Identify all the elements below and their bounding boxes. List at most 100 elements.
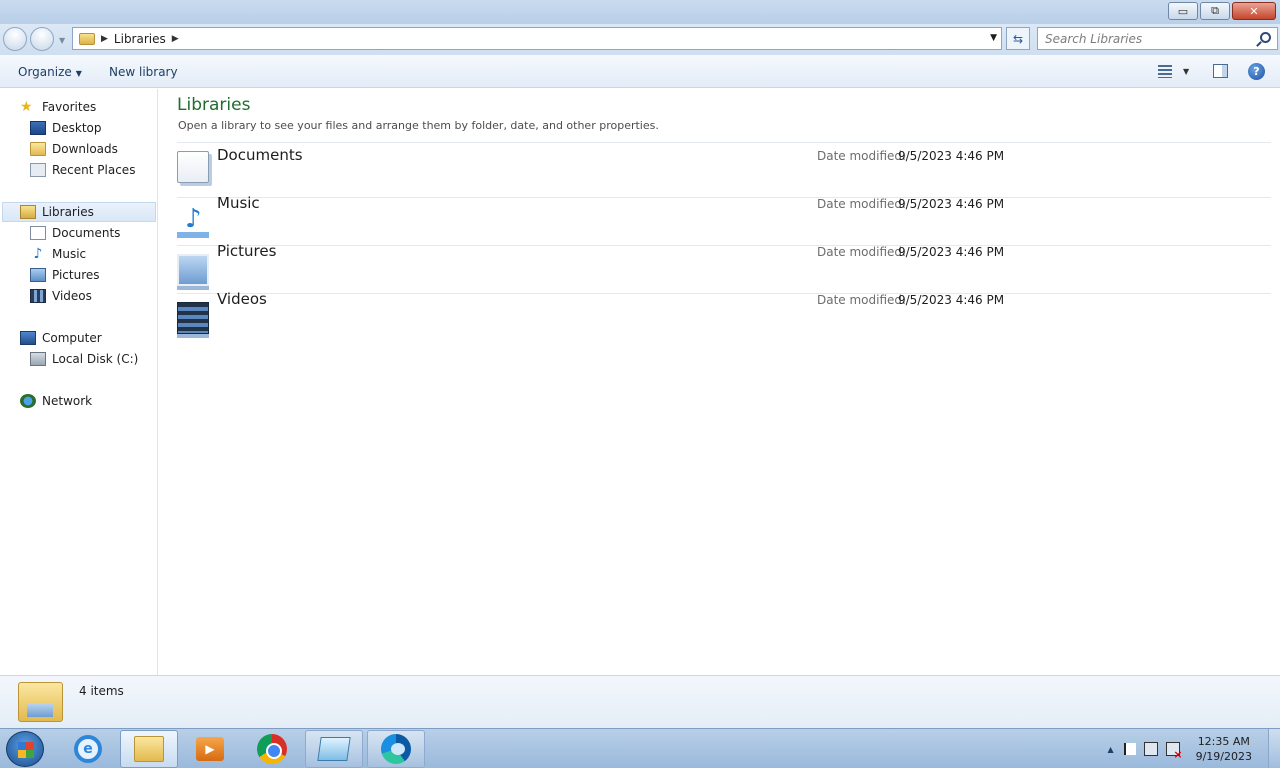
network-icon (20, 394, 36, 408)
taskbar-internet-explorer[interactable]: e (59, 730, 117, 768)
forward-button[interactable] (30, 27, 54, 51)
file-explorer-icon (134, 736, 164, 762)
preview-pane-icon[interactable] (1213, 64, 1228, 78)
recent-places-icon (30, 163, 46, 177)
help-icon[interactable]: ? (1248, 63, 1265, 80)
minimize-button[interactable]: ▭ (1168, 2, 1198, 20)
nav-local-disk-label: Local Disk (C:) (52, 352, 139, 366)
page-description: Open a library to see your files and arr… (178, 119, 659, 132)
nav-computer-label: Computer (42, 331, 102, 345)
libraries-icon (20, 205, 36, 219)
nav-local-disk[interactable]: Local Disk (C:) (30, 349, 138, 369)
address-dropdown-icon[interactable]: ▼ (990, 33, 997, 43)
music-library-icon: ♪ (177, 204, 209, 238)
taskbar-file-explorer[interactable] (120, 730, 178, 768)
documents-library-icon (177, 151, 209, 183)
library-name: Music (217, 194, 260, 212)
search-icon[interactable] (1260, 32, 1271, 43)
libraries-icon (79, 32, 95, 45)
nav-music-label: Music (52, 247, 87, 261)
library-item-music[interactable]: ♪ Music Date modified: 9/5/2023 4:46 PM (177, 194, 1271, 246)
library-name: Pictures (217, 242, 277, 260)
date-modified-label: Date modified: (817, 197, 907, 211)
nav-pictures-label: Pictures (52, 268, 100, 282)
nav-documents-label: Documents (52, 226, 121, 240)
change-view-icon[interactable] (1158, 65, 1172, 78)
nav-favorites[interactable]: ★ Favorites (20, 97, 96, 117)
library-item-pictures[interactable]: Pictures Date modified: 9/5/2023 4:46 PM (177, 242, 1271, 294)
recent-pages-dropdown[interactable]: ▼ (59, 36, 65, 45)
library-name: Documents (217, 146, 303, 164)
search-box[interactable] (1037, 27, 1278, 50)
window-controls: ▭ ⧉ ✕ (1168, 2, 1276, 20)
content-pane: Libraries Open a library to see your fil… (159, 89, 1280, 675)
view-options-dropdown-icon[interactable]: ▼ (1183, 67, 1189, 76)
organize-label: Organize (18, 65, 72, 79)
back-button[interactable] (3, 27, 27, 51)
library-item-videos[interactable]: Videos Date modified: 9/5/2023 4:46 PM (177, 290, 1271, 342)
address-bar[interactable]: ▶ Libraries ▶ ▼ (72, 27, 1002, 50)
address-row: ▼ ▶ Libraries ▶ ▼ ⇆ (0, 24, 1280, 55)
maximize-button[interactable]: ⧉ (1200, 2, 1230, 20)
taskbar-app[interactable] (305, 730, 363, 768)
breadcrumb-expand-icon[interactable]: ▶ (172, 34, 179, 44)
nav-recent-places[interactable]: Recent Places (30, 160, 135, 180)
pictures-library-icon (177, 254, 209, 286)
nav-videos-label: Videos (52, 289, 92, 303)
search-input[interactable] (1038, 28, 1248, 49)
library-item-documents[interactable]: Documents Date modified: 9/5/2023 4:46 P… (177, 143, 1271, 191)
documents-icon (30, 226, 46, 240)
nav-pictures[interactable]: Pictures (30, 265, 100, 285)
nav-desktop[interactable]: Desktop (30, 118, 102, 138)
date-modified-label: Date modified: (817, 245, 907, 259)
volume-muted-icon[interactable] (1165, 742, 1183, 761)
nav-videos[interactable]: Videos (30, 286, 92, 306)
music-note-icon: ♪ (33, 246, 43, 262)
breadcrumb-separator-icon[interactable]: ▶ (101, 34, 108, 44)
nav-network-label: Network (42, 394, 93, 408)
show-hidden-icons-icon[interactable]: ▲ (1107, 745, 1113, 754)
videos-library-icon (177, 302, 209, 334)
date-modified-value: 9/5/2023 4:46 PM (898, 197, 1005, 211)
nav-libraries-label: Libraries (42, 205, 94, 219)
organize-button[interactable]: Organize ▼ (18, 65, 82, 79)
computer-icon (20, 331, 36, 345)
libraries-icon (18, 682, 63, 722)
start-button[interactable] (6, 731, 44, 767)
library-name: Videos (217, 290, 267, 308)
nav-network[interactable]: Network (20, 391, 92, 411)
title-bar: ▭ ⧉ ✕ (0, 0, 1280, 24)
taskbar-chrome[interactable] (243, 730, 301, 768)
clock-date: 9/19/2023 (1195, 750, 1252, 763)
clock[interactable]: 12:35 AM 9/19/2023 (1196, 734, 1252, 764)
navigation-pane: ★ Favorites Desktop Downloads Recent Pla… (0, 89, 158, 675)
nav-computer[interactable]: Computer (20, 328, 102, 348)
close-button[interactable]: ✕ (1232, 2, 1276, 20)
star-icon: ★ (20, 99, 33, 115)
taskbar: e ▶ ▲ 12:35 AM 9/19/2023 (0, 728, 1280, 768)
pictures-icon (30, 268, 46, 282)
taskbar-edge[interactable] (367, 730, 425, 768)
chevron-down-icon: ▼ (75, 69, 82, 78)
details-pane: 4 items (0, 675, 1280, 728)
nav-downloads[interactable]: Downloads (30, 139, 118, 159)
nav-music[interactable]: ♪ Music (30, 244, 87, 264)
item-count: 4 items (79, 684, 124, 698)
nav-downloads-label: Downloads (52, 142, 118, 156)
date-modified-value: 9/5/2023 4:46 PM (898, 245, 1005, 259)
new-library-button[interactable]: New library (109, 65, 178, 79)
date-modified-value: 9/5/2023 4:46 PM (898, 293, 1005, 307)
media-player-icon: ▶ (196, 737, 224, 761)
show-desktop-button[interactable] (1268, 729, 1280, 768)
command-bar: Organize ▼ New library ▼ ? (0, 55, 1280, 88)
network-status-icon[interactable] (1143, 742, 1158, 756)
nav-documents[interactable]: Documents (30, 223, 120, 243)
breadcrumb-libraries[interactable]: Libraries (114, 32, 166, 46)
refresh-button[interactable]: ⇆ (1006, 27, 1030, 50)
clock-time: 12:35 AM (1197, 735, 1250, 748)
videos-icon (30, 289, 46, 303)
app-icon (317, 737, 351, 761)
action-center-flag-icon[interactable] (1123, 743, 1136, 755)
taskbar-media-player[interactable]: ▶ (181, 730, 239, 768)
nav-libraries[interactable]: Libraries (2, 202, 156, 222)
